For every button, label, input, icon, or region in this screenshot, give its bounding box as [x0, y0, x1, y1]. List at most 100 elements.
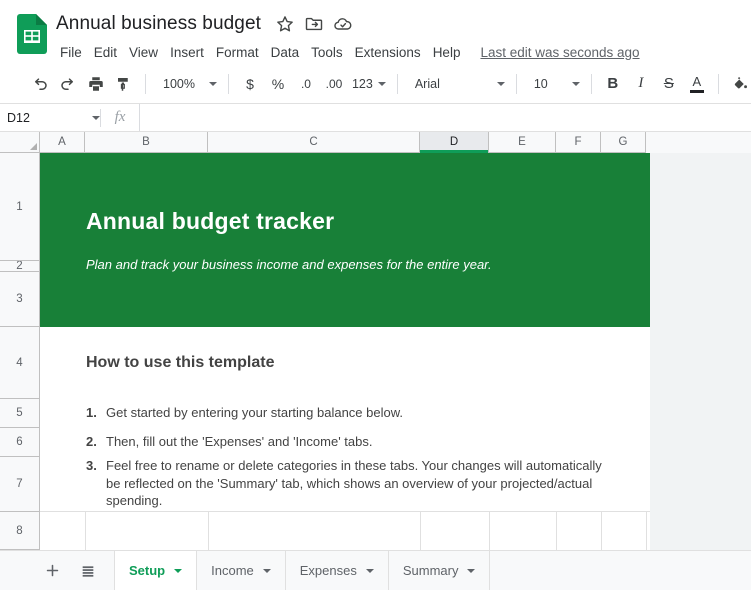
- name-box[interactable]: D12: [0, 104, 100, 131]
- cell-reference: D12: [7, 110, 30, 125]
- instructions-heading: How to use this template: [86, 353, 275, 371]
- step-3-cell[interactable]: 3. Feel free to rename or delete categor…: [40, 456, 650, 511]
- sheet-tab-income[interactable]: Income: [197, 551, 286, 590]
- column-header-c[interactable]: C: [208, 132, 420, 153]
- menu-item-data[interactable]: Data: [265, 43, 306, 62]
- list-item: 2. Then, fill out the 'Expenses' and 'In…: [86, 433, 372, 451]
- number-format-selector[interactable]: 123: [348, 71, 390, 97]
- row-header-5[interactable]: 5: [0, 399, 40, 428]
- formula-bar: D12 fx: [0, 104, 751, 132]
- last-edit-status[interactable]: Last edit was seconds ago: [480, 45, 639, 60]
- list-item: 3. Feel free to rename or delete categor…: [86, 457, 604, 510]
- cloud-saved-icon[interactable]: [333, 14, 353, 34]
- chevron-down-icon[interactable]: [365, 568, 374, 573]
- menu-item-view[interactable]: View: [123, 43, 164, 62]
- font-size-selector[interactable]: 10: [524, 71, 584, 97]
- instructions-heading-cell[interactable]: How to use this template: [40, 327, 650, 398]
- text-color-button[interactable]: A: [683, 70, 711, 98]
- row-header-3[interactable]: 3: [0, 272, 40, 327]
- currency-format-button[interactable]: $: [236, 70, 264, 98]
- sheet-tab-label: Setup: [129, 563, 166, 578]
- bold-button[interactable]: B: [599, 70, 627, 98]
- strikethrough-button[interactable]: S: [655, 70, 683, 98]
- step-text: Feel free to rename or delete categories…: [106, 458, 602, 509]
- zoom-selector[interactable]: 100%: [153, 71, 221, 97]
- row-header-8[interactable]: 8: [0, 512, 40, 550]
- toolbar-divider: [145, 73, 146, 94]
- sheet-tab-label: Expenses: [299, 563, 357, 578]
- sheet-tab-setup[interactable]: Setup: [114, 551, 198, 590]
- row-header-4[interactable]: 4: [0, 327, 40, 399]
- increase-decimal-button[interactable]: .00: [320, 70, 348, 98]
- column-header-f[interactable]: F: [556, 132, 601, 153]
- star-icon[interactable]: [275, 14, 295, 34]
- italic-button[interactable]: I: [627, 70, 655, 98]
- chevron-down-icon: [377, 81, 386, 86]
- banner-subtitle: Plan and track your business income and …: [86, 257, 492, 272]
- sheet-tab-bar: Setup Income Expenses Summary: [0, 550, 751, 590]
- menu-bar: File Edit View Insert Format Data Tools …: [56, 40, 751, 64]
- add-sheet-icon[interactable]: [34, 551, 70, 590]
- column-header-d[interactable]: D: [420, 132, 489, 153]
- step-text: Get started by entering your starting ba…: [106, 404, 404, 420]
- banner-cell[interactable]: Annual budget tracker Plan and track you…: [40, 153, 650, 327]
- row-header-2[interactable]: 2: [0, 261, 40, 272]
- banner-title: Annual budget tracker: [86, 208, 335, 234]
- select-all-corner[interactable]: [0, 132, 40, 153]
- step-1-cell[interactable]: 1. Get started by entering your starting…: [40, 398, 650, 427]
- column-header-b[interactable]: B: [85, 132, 208, 153]
- toolbar-divider: [590, 73, 592, 94]
- menu-item-format[interactable]: Format: [210, 43, 265, 62]
- chevron-down-icon[interactable]: [174, 568, 183, 573]
- toolbar-divider: [227, 73, 229, 94]
- menu-item-help[interactable]: Help: [427, 43, 467, 62]
- row-header-1[interactable]: 1: [0, 153, 40, 261]
- header-content: Annual business budget File Edit View In…: [56, 8, 751, 64]
- step-text: Then, fill out the 'Expenses' and 'Incom…: [106, 433, 373, 449]
- percent-format-button[interactable]: %: [264, 70, 292, 98]
- step-number: 1.: [86, 404, 97, 420]
- chevron-down-icon[interactable]: [92, 115, 100, 120]
- move-to-folder-icon[interactable]: [304, 14, 324, 34]
- sheet-tab-expenses[interactable]: Expenses: [286, 551, 389, 590]
- chevron-down-icon[interactable]: [467, 568, 476, 573]
- undo-icon[interactable]: [26, 70, 54, 98]
- print-icon[interactable]: [82, 70, 110, 98]
- row-header-7[interactable]: 7: [0, 457, 40, 512]
- sheet-tabs: Setup Income Expenses Summary: [114, 551, 491, 590]
- row-header-6[interactable]: 6: [0, 428, 40, 457]
- menu-item-extensions[interactable]: Extensions: [349, 43, 427, 62]
- font-size-value: 10: [533, 76, 548, 91]
- text-color-swatch: [689, 89, 704, 93]
- chevron-down-icon[interactable]: [262, 568, 271, 573]
- all-sheets-icon[interactable]: [70, 551, 106, 590]
- paint-format-icon[interactable]: [110, 70, 138, 98]
- column-header-a[interactable]: A: [40, 132, 85, 153]
- chevron-down-icon: [496, 81, 505, 86]
- spreadsheet-grid: A B C D E F G 1 2 3 4 5 6 7 8 Annual bud…: [0, 132, 751, 550]
- step-2-cell[interactable]: 2. Then, fill out the 'Expenses' and 'In…: [40, 427, 650, 456]
- page-title[interactable]: Annual business budget: [56, 13, 261, 35]
- column-header-g[interactable]: G: [601, 132, 646, 153]
- toolbar: 100% $ % .0 .00 123 Arial 10 B I S A: [0, 64, 751, 104]
- menu-item-insert[interactable]: Insert: [164, 43, 210, 62]
- chevron-down-icon: [208, 81, 217, 86]
- font-family-value: Arial: [414, 76, 440, 91]
- zoom-value: 100%: [163, 76, 195, 91]
- menu-item-edit[interactable]: Edit: [88, 43, 123, 62]
- sheet-tab-label: Income: [211, 563, 254, 578]
- formula-input[interactable]: [139, 104, 751, 131]
- redo-icon[interactable]: [54, 70, 82, 98]
- menu-item-tools[interactable]: Tools: [305, 43, 349, 62]
- column-header-e[interactable]: E: [489, 132, 556, 153]
- fill-color-icon[interactable]: [726, 70, 751, 98]
- toolbar-divider: [717, 73, 719, 94]
- cell-area: Annual budget tracker Plan and track you…: [40, 153, 650, 550]
- toolbar-divider: [515, 73, 517, 94]
- sheet-tab-label: Summary: [402, 563, 459, 578]
- menu-item-file[interactable]: File: [54, 43, 88, 62]
- sheet-tab-summary[interactable]: Summary: [389, 551, 491, 590]
- decrease-decimal-button[interactable]: .0: [292, 70, 320, 98]
- font-family-selector[interactable]: Arial: [405, 71, 509, 97]
- grid-empty-area: [650, 153, 751, 550]
